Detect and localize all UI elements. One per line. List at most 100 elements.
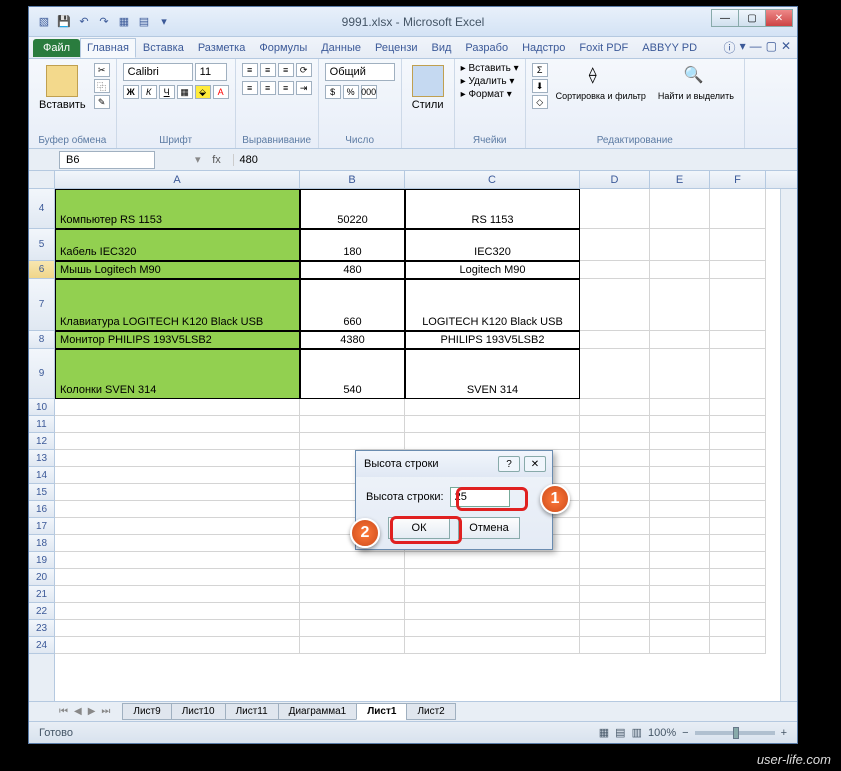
bold-icon[interactable]: Ж xyxy=(123,85,139,99)
cell[interactable] xyxy=(710,279,766,331)
cell[interactable] xyxy=(55,586,300,603)
find-button[interactable]: 🔍 Найти и выделить xyxy=(654,63,738,103)
cell[interactable] xyxy=(55,416,300,433)
cell[interactable] xyxy=(55,399,300,416)
cell[interactable] xyxy=(405,603,580,620)
cell[interactable] xyxy=(710,467,766,484)
cell[interactable] xyxy=(405,637,580,654)
file-tab[interactable]: Файл xyxy=(33,39,80,57)
cell[interactable] xyxy=(650,279,710,331)
row-header[interactable]: 17 xyxy=(29,518,54,535)
cell[interactable] xyxy=(710,189,766,229)
cell[interactable] xyxy=(405,552,580,569)
cell[interactable] xyxy=(55,518,300,535)
cell[interactable]: Колонки SVEN 314 xyxy=(55,349,300,399)
row-header[interactable]: 11 xyxy=(29,416,54,433)
row-header[interactable]: 15 xyxy=(29,484,54,501)
border-icon[interactable]: ▦ xyxy=(177,85,193,99)
cell[interactable]: 660 xyxy=(300,279,405,331)
align-top-icon[interactable]: ≡ xyxy=(242,63,258,77)
align-center-icon[interactable]: ≡ xyxy=(260,81,276,95)
cell[interactable] xyxy=(710,603,766,620)
cell[interactable] xyxy=(710,484,766,501)
cell[interactable] xyxy=(710,620,766,637)
cell[interactable]: RS 1153 xyxy=(405,189,580,229)
row-header[interactable]: 22 xyxy=(29,603,54,620)
cell[interactable]: Клавиатура LOGITECH K120 Black USB xyxy=(55,279,300,331)
cell[interactable] xyxy=(580,279,650,331)
cell[interactable] xyxy=(710,586,766,603)
cell[interactable] xyxy=(650,261,710,279)
row-header[interactable]: 18 xyxy=(29,535,54,552)
cell[interactable] xyxy=(650,637,710,654)
cell[interactable] xyxy=(710,637,766,654)
cell[interactable] xyxy=(580,450,650,467)
column-header[interactable]: F xyxy=(710,171,766,188)
cell[interactable] xyxy=(650,569,710,586)
cell[interactable] xyxy=(55,450,300,467)
cell[interactable] xyxy=(580,349,650,399)
ribbon-tab[interactable]: ABBYY PD xyxy=(635,38,704,58)
cell[interactable] xyxy=(300,620,405,637)
row-header[interactable]: 24 xyxy=(29,637,54,654)
cell[interactable] xyxy=(710,569,766,586)
row-header[interactable]: 12 xyxy=(29,433,54,450)
minimize-ribbon-icon[interactable]: — xyxy=(750,39,762,56)
cell[interactable] xyxy=(55,569,300,586)
view-layout-icon[interactable]: ▤ xyxy=(615,726,625,739)
cell[interactable] xyxy=(710,399,766,416)
cell[interactable] xyxy=(55,603,300,620)
cell[interactable] xyxy=(650,416,710,433)
row-header[interactable]: 7 xyxy=(29,279,54,331)
paste-button[interactable]: Вставить xyxy=(35,63,90,113)
cell[interactable] xyxy=(580,620,650,637)
align-right-icon[interactable]: ≡ xyxy=(278,81,294,95)
cell[interactable] xyxy=(580,637,650,654)
cell[interactable] xyxy=(580,484,650,501)
cell[interactable] xyxy=(55,501,300,518)
cell[interactable] xyxy=(650,229,710,261)
sheet-tab[interactable]: Лист11 xyxy=(225,703,279,720)
sort-button[interactable]: ⟠ Сортировка и фильтр xyxy=(552,63,650,103)
sheet-tab[interactable]: Лист10 xyxy=(171,703,226,720)
dialog-close-button[interactable]: ✕ xyxy=(524,456,546,472)
row-header[interactable]: 10 xyxy=(29,399,54,416)
cell[interactable] xyxy=(710,433,766,450)
ribbon-tab[interactable]: Foxit PDF xyxy=(572,38,635,58)
sheet-nav-prev-icon[interactable]: ◀ xyxy=(74,706,82,717)
zoom-level[interactable]: 100% xyxy=(648,727,676,739)
cell[interactable] xyxy=(300,416,405,433)
cell[interactable] xyxy=(405,399,580,416)
row-header[interactable]: 9 xyxy=(29,349,54,399)
ribbon-tab[interactable]: Рецензи xyxy=(368,38,425,58)
cell[interactable]: 480 xyxy=(300,261,405,279)
cell[interactable] xyxy=(300,433,405,450)
help-dropdown-icon[interactable]: ▾ xyxy=(740,39,746,56)
orientation-icon[interactable]: ⟳ xyxy=(296,63,312,77)
cell[interactable]: Мышь Logitech M90 xyxy=(55,261,300,279)
row-header[interactable]: 5 xyxy=(29,229,54,261)
formula-input[interactable]: 480 xyxy=(233,154,797,166)
number-format-dropdown[interactable]: Общий xyxy=(325,63,395,81)
clear-icon[interactable]: ◇ xyxy=(532,95,548,109)
cell[interactable]: 4380 xyxy=(300,331,405,349)
align-left-icon[interactable]: ≡ xyxy=(242,81,258,95)
copy-icon[interactable]: ⿻ xyxy=(94,79,110,93)
cell[interactable] xyxy=(405,586,580,603)
cell[interactable] xyxy=(580,331,650,349)
undo-icon[interactable]: ↶ xyxy=(75,13,93,31)
zoom-in-icon[interactable]: + xyxy=(781,727,787,739)
help-icon[interactable]: ⓘ xyxy=(724,39,736,56)
cell[interactable] xyxy=(55,620,300,637)
cell[interactable] xyxy=(580,501,650,518)
column-header[interactable]: E xyxy=(650,171,710,188)
cell[interactable] xyxy=(300,552,405,569)
close-button[interactable]: ✕ xyxy=(765,9,793,27)
format-button[interactable]: ▸ Формат ▾ xyxy=(461,89,512,100)
cell[interactable] xyxy=(55,484,300,501)
row-header[interactable]: 20 xyxy=(29,569,54,586)
column-header[interactable]: C xyxy=(405,171,580,188)
cell[interactable] xyxy=(55,433,300,450)
cell[interactable] xyxy=(580,189,650,229)
cut-icon[interactable]: ✂ xyxy=(94,63,110,77)
